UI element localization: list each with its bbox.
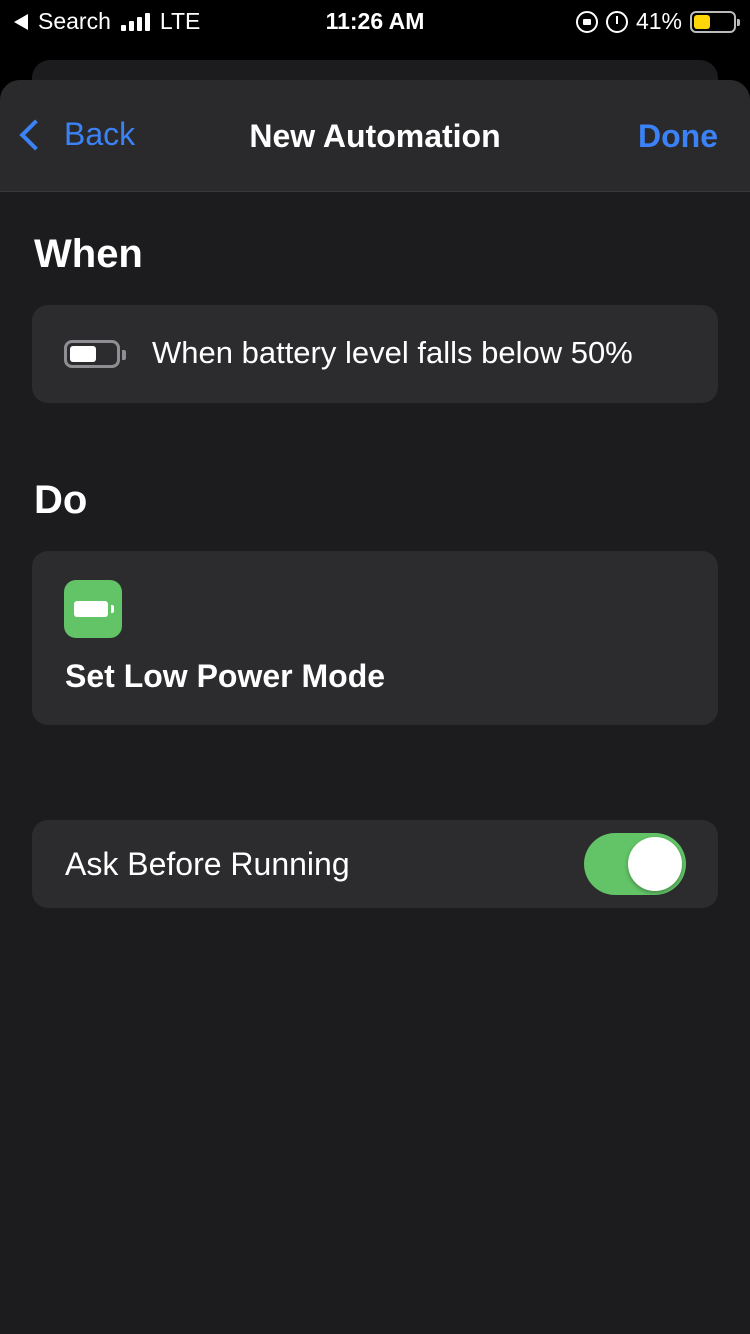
status-bar: Search LTE 11:26 AM 41% bbox=[0, 0, 750, 42]
done-button[interactable]: Done bbox=[638, 118, 718, 155]
navigation-bar: Back New Automation Done bbox=[0, 80, 750, 192]
low-power-battery-icon bbox=[64, 580, 122, 638]
when-heading: When bbox=[34, 232, 143, 276]
ask-before-running-label: Ask Before Running bbox=[65, 846, 350, 882]
automation-sheet: Back New Automation Done When When batte… bbox=[0, 80, 750, 1334]
battery-glyph-icon bbox=[74, 601, 114, 617]
battery-icon bbox=[64, 340, 126, 368]
status-right: 41% bbox=[575, 8, 740, 35]
do-heading: Do bbox=[34, 478, 88, 522]
action-card[interactable]: Set Low Power Mode bbox=[32, 551, 718, 725]
battery-icon bbox=[690, 10, 740, 33]
battery-fill bbox=[70, 346, 96, 362]
trigger-text: When battery level falls below 50% bbox=[152, 335, 633, 370]
alarm-icon bbox=[605, 10, 628, 33]
orientation-lock-icon bbox=[575, 10, 598, 33]
battery-percent: 41% bbox=[635, 8, 682, 34]
battery-fill bbox=[694, 14, 710, 29]
toggle-knob bbox=[628, 837, 682, 891]
ask-before-running-row: Ask Before Running bbox=[32, 820, 718, 908]
action-label: Set Low Power Mode bbox=[65, 658, 386, 694]
trigger-card[interactable]: When battery level falls below 50% bbox=[32, 305, 718, 403]
ask-before-running-toggle[interactable] bbox=[584, 833, 686, 895]
